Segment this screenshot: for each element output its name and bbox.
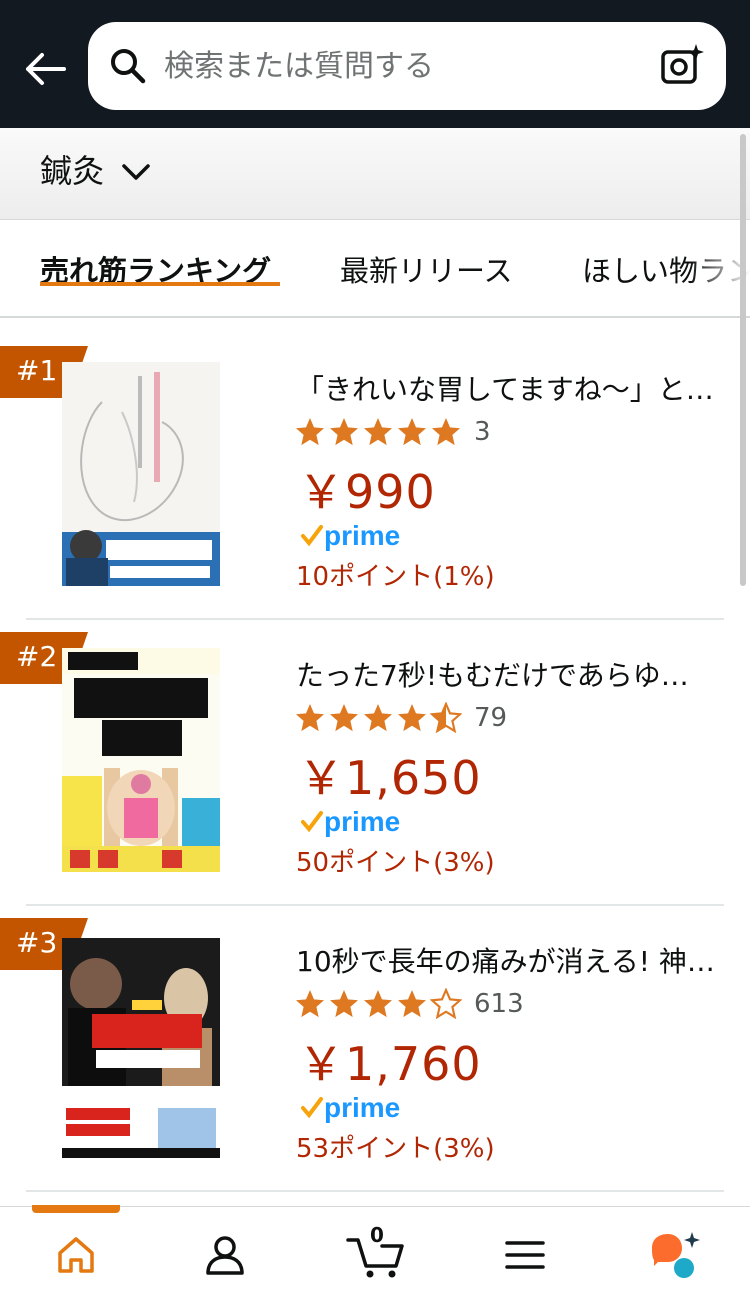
product-title[interactable]: 10秒で長年の痛みが消える! 神経系ストレッチ [296,940,716,980]
bottom-nav: 0 [0,1205,750,1302]
product-item[interactable]: #2 たった7秒!もむだけであらゆる不調が解消する 手もみ大全 [0,632,750,918]
back-arrow-icon[interactable] [22,46,68,92]
star-full-icon [330,990,358,1018]
star-full-icon [330,418,358,446]
book-cover-image[interactable] [62,648,220,872]
cart-icon[interactable]: 0 [346,1223,406,1283]
prime-check-icon [301,1097,323,1119]
category-label: 鍼灸 [40,152,105,190]
review-count[interactable]: 79 [474,703,507,733]
star-rating: 79 [294,700,507,736]
product-item[interactable]: #1 「きれいな胃してますね〜」と言われた時に読む本 3 ￥990 prime … [0,346,750,632]
divider [26,618,724,620]
book-cover-image[interactable] [62,938,220,1158]
star-full-icon [330,704,358,732]
cart-count: 0 [370,1223,384,1247]
search-icon [108,46,148,86]
star-full-icon [296,990,324,1018]
points-label: 50ポイント(3%) [296,848,495,878]
prime-badge: prime [300,1088,400,1128]
product-title[interactable]: 「きれいな胃してますね〜」と言われた時に読む本 [296,368,716,408]
product-price: ￥1,760 [298,1037,482,1091]
divider [26,904,724,906]
star-full-icon [364,704,392,732]
ranking-tabs: 売れ筋ランキング 最新リリース ほしい物ランキング [0,220,750,318]
tab-new-releases[interactable]: 最新リリース [340,248,513,290]
prime-badge: prime [300,516,400,556]
star-rating: 613 [294,986,524,1022]
star-full-icon [398,990,426,1018]
star-full-icon [398,704,426,732]
camera-search-icon[interactable] [658,42,706,90]
star-full-icon [364,418,392,446]
star-full-icon [364,990,392,1018]
product-item[interactable]: #3 10秒で長年の痛みが消える! 神経系ストレッチ 613 ￥1,760 p [0,918,750,1204]
rufus-icon[interactable] [646,1227,702,1283]
chevron-down-icon [118,154,154,190]
prime-badge: prime [300,802,400,842]
star-rating: 3 [294,414,491,450]
search-box[interactable] [88,22,726,110]
review-count[interactable]: 3 [474,417,491,447]
home-icon[interactable] [48,1227,104,1283]
star-full-icon [296,704,324,732]
search-input[interactable] [164,40,644,92]
account-icon[interactable] [197,1227,253,1283]
divider [26,1190,724,1192]
star-full-icon [398,418,426,446]
points-label: 53ポイント(3%) [296,1134,495,1164]
star-full-icon [432,418,460,446]
star-empty-icon [430,988,462,1020]
prime-check-icon [301,811,323,833]
category-selector[interactable]: 鍼灸 [0,128,750,220]
scrollbar[interactable] [740,134,746,586]
product-title[interactable]: たった7秒!もむだけであらゆる不調が解消する 手もみ大全 [296,654,716,694]
prime-check-icon [301,525,323,547]
star-full-icon [296,418,324,446]
book-cover-image[interactable] [62,362,220,586]
menu-icon[interactable] [497,1227,553,1283]
review-count[interactable]: 613 [474,989,524,1019]
active-nav-indicator [32,1205,120,1213]
points-label: 10ポイント(1%) [296,562,495,592]
product-price: ￥1,650 [298,751,482,805]
product-price: ￥990 [298,465,436,519]
star-half-icon [430,702,462,734]
active-tab-indicator [40,282,280,286]
top-search-bar [0,0,750,128]
